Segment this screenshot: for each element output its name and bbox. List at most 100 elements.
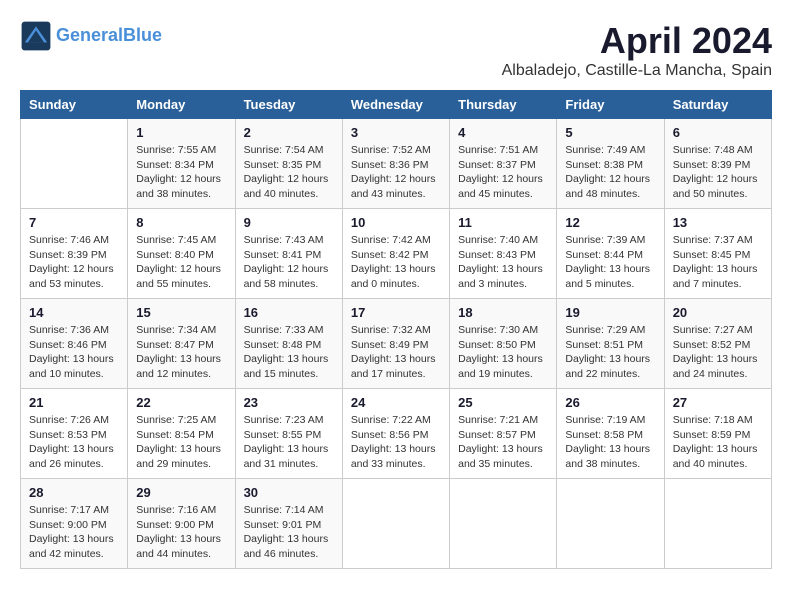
calendar-cell: 13 Sunrise: 7:37 AMSunset: 8:45 PMDayligh…: [664, 209, 771, 299]
calendar-week-row: 14Sunrise: 7:36 AMSunset: 8:46 PMDayligh…: [21, 299, 772, 389]
day-number: 22: [136, 395, 226, 410]
calendar-cell: [342, 479, 449, 569]
day-info: Sunrise: 7:30 AMSunset: 8:50 PMDaylight:…: [458, 323, 548, 382]
calendar-cell: 26 Sunrise: 7:19 AMSunset: 8:58 PMDayligh…: [557, 389, 664, 479]
calendar-week-row: 7 Sunrise: 7:46 AMSunset: 8:39 PMDaylight…: [21, 209, 772, 299]
day-number: 21: [29, 395, 119, 410]
day-info: Sunrise: 7:23 AMSunset: 8:55 PMDaylight:…: [244, 413, 334, 472]
day-number: 29: [136, 485, 226, 500]
logo-text: GeneralBlue: [56, 26, 162, 46]
day-info: Sunrise: 7:19 AMSunset: 8:58 PMDaylight:…: [565, 413, 655, 472]
day-number: 14: [29, 305, 119, 320]
calendar-cell: 20 Sunrise: 7:27 AMSunset: 8:52 PMDayligh…: [664, 299, 771, 389]
day-number: 6: [673, 125, 763, 140]
day-info: Sunrise: 7:51 AMSunset: 8:37 PMDaylight:…: [458, 143, 548, 202]
calendar-cell: 16 Sunrise: 7:33 AMSunset: 8:48 PMDayligh…: [235, 299, 342, 389]
day-info: Sunrise: 7:42 AMSunset: 8:42 PMDaylight:…: [351, 233, 441, 292]
weekday-header: Sunday: [21, 91, 128, 119]
day-number: 5: [565, 125, 655, 140]
calendar-table: SundayMondayTuesdayWednesdayThursdayFrid…: [20, 90, 772, 569]
weekday-header: Wednesday: [342, 91, 449, 119]
day-info: Sunrise: 7:27 AMSunset: 8:52 PMDaylight:…: [673, 323, 763, 382]
calendar-cell: 24Sunrise: 7:22 AMSunset: 8:56 PMDayligh…: [342, 389, 449, 479]
day-info: Sunrise: 7:48 AMSunset: 8:39 PMDaylight:…: [673, 143, 763, 202]
day-number: 28: [29, 485, 119, 500]
calendar-week-row: 28 Sunrise: 7:17 AMSunset: 9:00 PMDayligh…: [21, 479, 772, 569]
page-header: GeneralBlue April 2024 Albaladejo, Casti…: [20, 20, 772, 80]
day-number: 26: [565, 395, 655, 410]
day-info: Sunrise: 7:46 AMSunset: 8:39 PMDaylight:…: [29, 233, 119, 292]
day-info: Sunrise: 7:39 AMSunset: 8:44 PMDaylight:…: [565, 233, 655, 292]
day-info: Sunrise: 7:43 AMSunset: 8:41 PMDaylight:…: [244, 233, 334, 292]
day-info: Sunrise: 7:25 AMSunset: 8:54 PMDaylight:…: [136, 413, 226, 472]
calendar-cell: 12 Sunrise: 7:39 AMSunset: 8:44 PMDayligh…: [557, 209, 664, 299]
day-info: Sunrise: 7:16 AMSunset: 9:00 PMDaylight:…: [136, 503, 226, 562]
calendar-cell: 1Sunrise: 7:55 AMSunset: 8:34 PMDaylight…: [128, 119, 235, 209]
title-block: April 2024 Albaladejo, Castille-La Manch…: [502, 20, 772, 80]
calendar-cell: 23Sunrise: 7:23 AMSunset: 8:55 PMDayligh…: [235, 389, 342, 479]
day-info: Sunrise: 7:26 AMSunset: 8:53 PMDaylight:…: [29, 413, 119, 472]
day-info: Sunrise: 7:33 AMSunset: 8:48 PMDaylight:…: [244, 323, 334, 382]
day-number: 12: [565, 215, 655, 230]
calendar-cell: 15Sunrise: 7:34 AMSunset: 8:47 PMDayligh…: [128, 299, 235, 389]
day-number: 20: [673, 305, 763, 320]
calendar-cell: 2 Sunrise: 7:54 AMSunset: 8:35 PMDaylight…: [235, 119, 342, 209]
calendar-cell: 3 Sunrise: 7:52 AMSunset: 8:36 PMDaylight…: [342, 119, 449, 209]
calendar-cell: 9Sunrise: 7:43 AMSunset: 8:41 PMDaylight…: [235, 209, 342, 299]
calendar-header-row: SundayMondayTuesdayWednesdayThursdayFrid…: [21, 91, 772, 119]
day-number: 2: [244, 125, 334, 140]
day-info: Sunrise: 7:52 AMSunset: 8:36 PMDaylight:…: [351, 143, 441, 202]
day-info: Sunrise: 7:29 AMSunset: 8:51 PMDaylight:…: [565, 323, 655, 382]
day-number: 18: [458, 305, 548, 320]
day-number: 24: [351, 395, 441, 410]
day-number: 19: [565, 305, 655, 320]
calendar-cell: 4 Sunrise: 7:51 AMSunset: 8:37 PMDaylight…: [450, 119, 557, 209]
calendar-week-row: 21 Sunrise: 7:26 AMSunset: 8:53 PMDayligh…: [21, 389, 772, 479]
calendar-cell: 17Sunrise: 7:32 AMSunset: 8:49 PMDayligh…: [342, 299, 449, 389]
calendar-week-row: 1Sunrise: 7:55 AMSunset: 8:34 PMDaylight…: [21, 119, 772, 209]
day-info: Sunrise: 7:40 AMSunset: 8:43 PMDaylight:…: [458, 233, 548, 292]
day-info: Sunrise: 7:54 AMSunset: 8:35 PMDaylight:…: [244, 143, 334, 202]
weekday-header: Monday: [128, 91, 235, 119]
day-number: 4: [458, 125, 548, 140]
day-number: 3: [351, 125, 441, 140]
day-info: Sunrise: 7:37 AMSunset: 8:45 PMDaylight:…: [673, 233, 763, 292]
day-info: Sunrise: 7:17 AMSunset: 9:00 PMDaylight:…: [29, 503, 119, 562]
logo: GeneralBlue: [20, 20, 162, 52]
day-number: 30: [244, 485, 334, 500]
calendar-cell: [21, 119, 128, 209]
day-number: 7: [29, 215, 119, 230]
calendar-cell: [557, 479, 664, 569]
calendar-cell: [450, 479, 557, 569]
calendar-cell: 19 Sunrise: 7:29 AMSunset: 8:51 PMDayligh…: [557, 299, 664, 389]
day-info: Sunrise: 7:49 AMSunset: 8:38 PMDaylight:…: [565, 143, 655, 202]
day-info: Sunrise: 7:14 AMSunset: 9:01 PMDaylight:…: [244, 503, 334, 562]
calendar-cell: 28 Sunrise: 7:17 AMSunset: 9:00 PMDayligh…: [21, 479, 128, 569]
day-info: Sunrise: 7:55 AMSunset: 8:34 PMDaylight:…: [136, 143, 226, 202]
day-number: 16: [244, 305, 334, 320]
calendar-cell: 27Sunrise: 7:18 AMSunset: 8:59 PMDayligh…: [664, 389, 771, 479]
day-number: 11: [458, 215, 548, 230]
calendar-cell: 18 Sunrise: 7:30 AMSunset: 8:50 PMDayligh…: [450, 299, 557, 389]
day-number: 27: [673, 395, 763, 410]
location-title: Albaladejo, Castille-La Mancha, Spain: [502, 62, 772, 80]
weekday-header: Thursday: [450, 91, 557, 119]
calendar-cell: [664, 479, 771, 569]
day-number: 13: [673, 215, 763, 230]
day-number: 8: [136, 215, 226, 230]
weekday-header: Tuesday: [235, 91, 342, 119]
calendar-cell: 11 Sunrise: 7:40 AMSunset: 8:43 PMDayligh…: [450, 209, 557, 299]
day-number: 10: [351, 215, 441, 230]
calendar-cell: 5 Sunrise: 7:49 AMSunset: 8:38 PMDaylight…: [557, 119, 664, 209]
calendar-cell: 8 Sunrise: 7:45 AMSunset: 8:40 PMDaylight…: [128, 209, 235, 299]
weekday-header: Saturday: [664, 91, 771, 119]
calendar-cell: 7 Sunrise: 7:46 AMSunset: 8:39 PMDaylight…: [21, 209, 128, 299]
calendar-cell: 30 Sunrise: 7:14 AMSunset: 9:01 PMDayligh…: [235, 479, 342, 569]
month-title: April 2024: [502, 20, 772, 62]
day-info: Sunrise: 7:32 AMSunset: 8:49 PMDaylight:…: [351, 323, 441, 382]
day-number: 15: [136, 305, 226, 320]
day-info: Sunrise: 7:45 AMSunset: 8:40 PMDaylight:…: [136, 233, 226, 292]
weekday-header: Friday: [557, 91, 664, 119]
calendar-cell: 10 Sunrise: 7:42 AMSunset: 8:42 PMDayligh…: [342, 209, 449, 299]
day-number: 25: [458, 395, 548, 410]
